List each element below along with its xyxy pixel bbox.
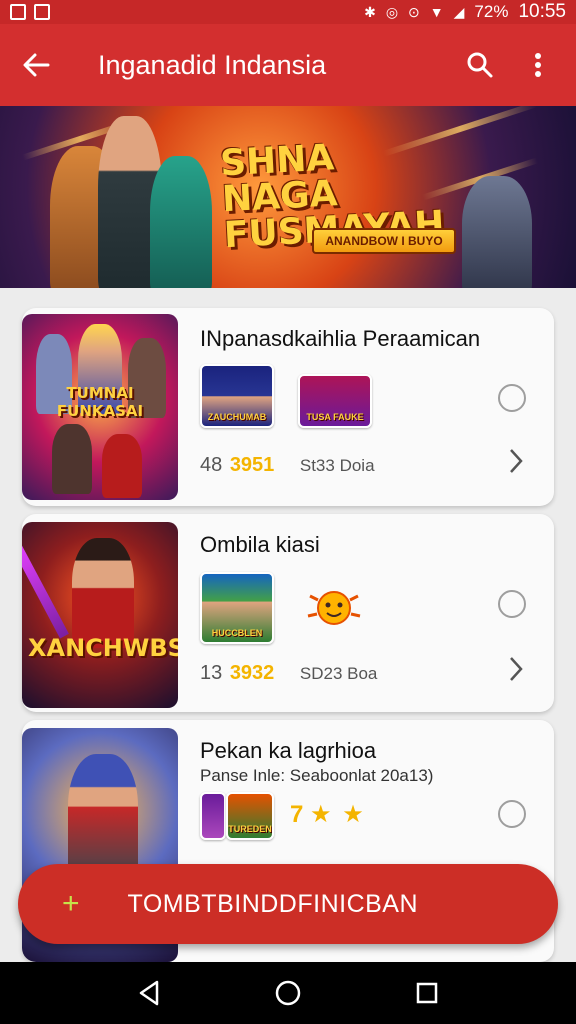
game-thumbnail: XANCHWBS	[22, 522, 178, 708]
price-text: St33 Doia	[299, 456, 375, 475]
card-stats: 48 3951 St33 Doia	[200, 454, 375, 476]
image-notification-icon	[34, 4, 50, 20]
creature-character-art	[150, 156, 212, 288]
bluetooth-icon: ✱	[364, 3, 376, 20]
rating: 7 ★ ★	[290, 801, 364, 828]
mini-thumbnail: TUSA FAUKE	[298, 374, 372, 428]
thumbnail-title: TUMNAI FUNKASAI	[56, 384, 144, 420]
game-card[interactable]: TUMNAI FUNKASAI INpanasdkaihlia Peraamic…	[22, 308, 554, 506]
chevron-right-icon[interactable]	[508, 448, 524, 474]
mini-thumbnail	[200, 792, 226, 840]
wifi-icon: ▼	[429, 4, 444, 20]
select-radio[interactable]	[498, 800, 526, 828]
sun-mascot-icon	[307, 591, 361, 625]
mini-thumbnail: ZAUCHUMAB	[200, 364, 274, 428]
nav-back-button[interactable]	[134, 978, 164, 1008]
select-radio[interactable]	[498, 384, 526, 412]
search-icon	[467, 52, 493, 78]
card-stats: 13 3932 SD23 Boa	[200, 662, 378, 684]
triangle-back-icon	[140, 980, 159, 1006]
notification-icon	[10, 4, 26, 20]
main-action-button[interactable]: + TOMBTBINDDFINICBAN	[18, 864, 558, 944]
system-nav-bar	[0, 962, 576, 1024]
square-recents-icon	[416, 982, 437, 1004]
battery-text: 72%	[474, 2, 509, 21]
app-bar: Inganadid Indansia	[0, 24, 576, 106]
mini-thumbnail: HUCCBLEN	[200, 572, 274, 644]
mini-thumbnail: TUREDEN	[226, 792, 274, 840]
promo-banner[interactable]: SHNA NAGA FUSMAYAH ANANDBOW I BUYO	[0, 106, 576, 288]
game-thumbnail: TUMNAI FUNKASAI	[22, 314, 178, 500]
signal-icon: ◢	[453, 3, 465, 20]
alarm-icon: ◎	[385, 3, 399, 20]
more-vert-icon	[535, 53, 541, 77]
knight-character-art	[462, 176, 532, 288]
card-title: INpanasdkaihlia Peraamican	[200, 326, 481, 351]
card-title: Ombila kiasi	[200, 532, 320, 557]
price-text: SD23 Boa	[299, 664, 378, 683]
clock-time: 10:55	[518, 1, 566, 22]
chevron-right-icon[interactable]	[508, 656, 524, 682]
circle-home-icon	[275, 980, 301, 1006]
arrow-back-icon	[23, 53, 50, 77]
score-value: 3932	[229, 662, 275, 684]
score-value: 3951	[229, 454, 275, 476]
card-title: Pekan ka lagrhioa	[200, 738, 377, 763]
status-bar: ✱ ◎ ⊙ ▼ ◢ 72% 10:55	[0, 0, 576, 24]
back-button[interactable]	[16, 45, 56, 85]
page-title: Inganadid Indansia	[98, 49, 327, 80]
clock-icon: ⊙	[408, 3, 420, 20]
banner-cta-button[interactable]: ANANDBOW I BUYO	[312, 228, 456, 254]
main-action-label: TOMBTBINDDFINICBAN	[127, 889, 419, 918]
more-options-button[interactable]	[516, 43, 560, 87]
select-radio[interactable]	[498, 590, 526, 618]
nav-home-button[interactable]	[273, 978, 303, 1008]
thumbnail-title: XANCHWBS	[28, 634, 178, 662]
game-card[interactable]: XANCHWBS Ombila kiasi HUCCBLEN 13 3932 S…	[22, 514, 554, 712]
star-icon: ★	[310, 801, 332, 828]
plus-icon: +	[62, 887, 80, 920]
card-subtitle: Panse Inle: Seaboonlat 20a13)	[200, 766, 434, 785]
star-icon: ★	[342, 801, 364, 828]
search-button[interactable]	[458, 43, 502, 87]
nav-recents-button[interactable]	[412, 978, 442, 1008]
